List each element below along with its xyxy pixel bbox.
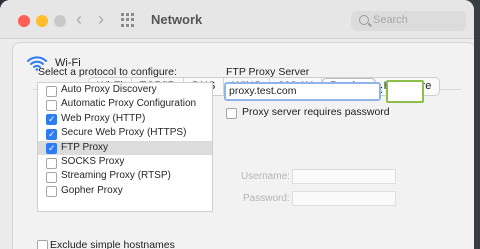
list-item-label: FTP Proxy bbox=[61, 141, 109, 153]
close-window-button[interactable] bbox=[18, 15, 30, 27]
proxy-server-input[interactable]: proxy.test.com bbox=[224, 82, 381, 101]
exclude-hostnames-checkbox[interactable] bbox=[37, 240, 48, 249]
port-separator: : bbox=[380, 84, 384, 96]
password-label: Password: bbox=[243, 193, 290, 204]
show-all-grid-icon[interactable] bbox=[121, 13, 135, 27]
minimize-window-button[interactable] bbox=[36, 15, 48, 27]
checkbox[interactable] bbox=[46, 186, 57, 198]
list-item[interactable]: Gopher Proxy bbox=[38, 184, 212, 198]
window-title: Network bbox=[151, 12, 203, 27]
list-item-label: Auto Proxy Discovery bbox=[61, 84, 157, 95]
list-item-label: Web Proxy (HTTP) bbox=[61, 112, 146, 124]
checkbox[interactable] bbox=[46, 99, 57, 111]
proxy-port-input[interactable] bbox=[386, 80, 424, 103]
forward-chevron-icon[interactable]: › bbox=[98, 9, 104, 29]
list-item-label: SOCKS Proxy bbox=[61, 155, 125, 167]
requires-password-option[interactable]: Proxy server requires password bbox=[226, 106, 390, 119]
protocol-list: Auto Proxy Discovery Automatic Proxy Con… bbox=[37, 82, 213, 212]
list-item[interactable]: Streaming Proxy (RTSP) bbox=[38, 169, 212, 183]
search-field[interactable]: Search bbox=[351, 11, 466, 31]
maximize-window-button[interactable] bbox=[54, 15, 66, 27]
requires-password-label: Proxy server requires password bbox=[242, 106, 390, 118]
checkbox[interactable] bbox=[46, 127, 57, 141]
search-placeholder: Search bbox=[373, 14, 408, 26]
username-field bbox=[292, 169, 396, 184]
checkbox[interactable] bbox=[46, 85, 57, 97]
list-item[interactable]: Web Proxy (HTTP) bbox=[38, 112, 212, 127]
list-item-label: Streaming Proxy (RTSP) bbox=[61, 170, 171, 182]
checkbox[interactable] bbox=[46, 141, 57, 156]
list-item[interactable]: Automatic Proxy Configuration bbox=[38, 97, 212, 111]
network-window: ‹ › Network Search Wi-Fi Wi-Fi TCP/IP DN… bbox=[0, 0, 474, 249]
list-item-label: Secure Web Proxy (HTTPS) bbox=[61, 127, 187, 139]
list-item-label: Gopher Proxy bbox=[61, 184, 123, 196]
list-item[interactable]: Secure Web Proxy (HTTPS) bbox=[38, 126, 212, 141]
protocol-list-label: Select a protocol to configure: bbox=[38, 66, 177, 78]
title-bar: ‹ › Network Search bbox=[0, 0, 474, 39]
search-icon bbox=[359, 15, 369, 25]
list-item[interactable]: SOCKS Proxy bbox=[38, 155, 212, 169]
list-item-label: Automatic Proxy Configuration bbox=[61, 98, 197, 110]
checkbox[interactable] bbox=[46, 157, 57, 169]
requires-password-checkbox[interactable] bbox=[226, 108, 237, 119]
username-label: Username: bbox=[241, 171, 290, 182]
password-field bbox=[292, 191, 396, 206]
back-chevron-icon[interactable]: ‹ bbox=[76, 9, 82, 29]
checkbox[interactable] bbox=[46, 171, 57, 183]
exclude-hostnames-label: Exclude simple hostnames bbox=[50, 239, 175, 249]
list-item[interactable]: FTP Proxy bbox=[38, 140, 212, 156]
checkbox[interactable] bbox=[46, 112, 57, 127]
list-item[interactable]: Auto Proxy Discovery bbox=[38, 83, 212, 97]
ftp-proxy-server-label: FTP Proxy Server bbox=[226, 66, 310, 78]
